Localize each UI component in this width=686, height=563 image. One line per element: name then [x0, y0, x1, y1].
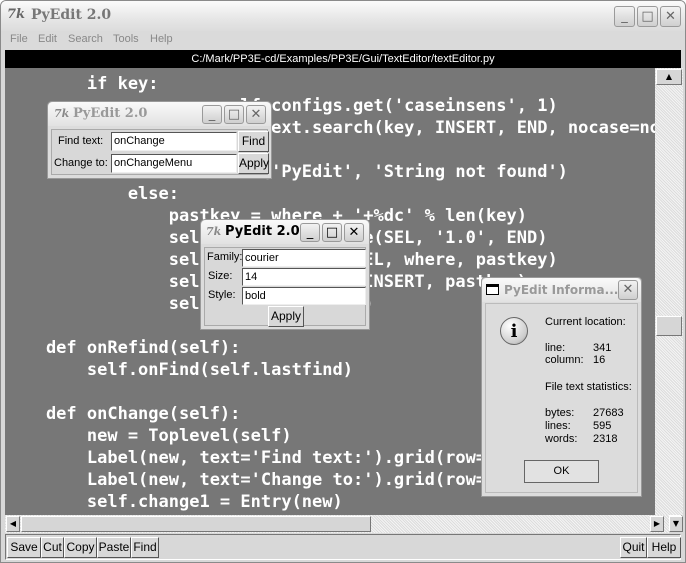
- minimize-button[interactable]: _: [202, 105, 222, 124]
- info-dialog-title: PyEdit Informa...: [504, 283, 619, 297]
- lines-value: 595: [593, 420, 612, 432]
- change-dialog-body: Find text: onChange Find Change to: onCh…: [51, 129, 269, 175]
- window-icon: [486, 284, 499, 295]
- quit-button[interactable]: Quit: [620, 537, 647, 558]
- minimize-button[interactable]: _: [300, 223, 320, 242]
- family-input[interactable]: courier: [242, 249, 366, 267]
- close-button[interactable]: ✕: [246, 105, 266, 124]
- tk-logo-icon: 7k: [7, 7, 26, 22]
- dialog-apply-button[interactable]: Apply: [238, 153, 269, 174]
- change-to-label: Change to:: [54, 157, 108, 169]
- font-dialog-body: Family: courier Size: 14 Style: bold App…: [204, 247, 366, 327]
- code-line: def onRefind(self):: [5, 338, 241, 358]
- font-dialog-title-bar[interactable]: 7k PyEdit 2.0 _ □ ✕: [201, 220, 369, 244]
- words-value: 2318: [593, 433, 618, 445]
- change-dialog-title: PyEdit 2.0: [73, 106, 148, 121]
- change-dialog: 7k PyEdit 2.0 _ □ ✕ Find text: onChange …: [47, 101, 272, 179]
- code-line: self.onFind(self.lastfind): [5, 360, 353, 380]
- stats-label: File text statistics:: [545, 381, 632, 393]
- scroll-right-icon[interactable]: ▶: [650, 516, 664, 532]
- cut-button[interactable]: Cut: [41, 537, 64, 558]
- size-label: Size:: [208, 270, 233, 282]
- style-label: Style:: [208, 289, 236, 301]
- help-button[interactable]: Help: [647, 537, 681, 558]
- menu-tools[interactable]: Tools: [113, 33, 139, 45]
- scroll-left-icon[interactable]: ◀: [6, 516, 20, 532]
- horizontal-scroll-thumb[interactable]: [21, 516, 371, 532]
- menu-bar: File Edit Search Tools Help: [1, 31, 685, 50]
- code-line: self.change1 = Entry(new): [5, 492, 343, 512]
- vertical-scroll-thumb[interactable]: [656, 316, 682, 336]
- menu-file[interactable]: File: [10, 33, 28, 45]
- maximize-button[interactable]: □: [224, 105, 244, 124]
- close-button[interactable]: ✕: [660, 6, 681, 27]
- font-dialog: 7k PyEdit 2.0 _ □ ✕ Family: courier Size…: [200, 219, 370, 330]
- font-dialog-title: PyEdit 2.0: [225, 224, 300, 239]
- file-path-label: C:/Mark/PP3E-cd/Examples/PP3E/Gui/TextEd…: [5, 50, 681, 68]
- code-line: else:: [5, 184, 179, 204]
- tk-logo-icon: 7k: [54, 107, 70, 120]
- info-dialog-title-bar[interactable]: PyEdit Informa... ✕: [482, 278, 641, 302]
- find-button[interactable]: Find: [131, 537, 159, 558]
- info-dialog-body: i Current location: line: 341 column: 16…: [485, 303, 638, 493]
- title-bar[interactable]: 7k PyEdit 2.0 _ □ ✕: [1, 1, 685, 31]
- maximize-button[interactable]: □: [322, 223, 342, 242]
- scroll-up-icon[interactable]: ▲: [656, 69, 682, 85]
- line-label: line:: [545, 342, 566, 354]
- paste-button[interactable]: Paste: [97, 537, 131, 558]
- size-input[interactable]: 14: [242, 268, 366, 286]
- horizontal-scrollbar[interactable]: ◀ ▶: [5, 515, 669, 533]
- column-value: 16: [593, 354, 606, 366]
- info-icon: i: [500, 317, 528, 345]
- find-text-label: Find text:: [58, 135, 104, 147]
- ok-button[interactable]: OK: [524, 460, 599, 483]
- scroll-down-small-icon[interactable]: ▼: [669, 516, 683, 532]
- lines-label: lines:: [545, 420, 571, 432]
- code-line: def onChange(self):: [5, 404, 241, 424]
- change-dialog-title-bar[interactable]: 7k PyEdit 2.0 _ □ ✕: [48, 102, 271, 126]
- words-label: words:: [545, 433, 578, 445]
- bytes-label: bytes:: [545, 407, 575, 419]
- menu-search[interactable]: Search: [68, 33, 103, 45]
- info-dialog: PyEdit Informa... ✕ i Current location: …: [481, 277, 642, 497]
- save-button[interactable]: Save: [7, 537, 41, 558]
- copy-button[interactable]: Copy: [64, 537, 97, 558]
- window-title: PyEdit 2.0: [31, 7, 112, 23]
- bytes-value: 27683: [593, 407, 624, 419]
- column-label: column:: [545, 354, 584, 366]
- close-button[interactable]: ✕: [618, 280, 638, 300]
- line-value: 341: [593, 342, 612, 354]
- minimize-button[interactable]: _: [614, 6, 635, 27]
- style-input[interactable]: bold: [242, 287, 366, 305]
- current-location-label: Current location:: [545, 316, 626, 328]
- code-line: new = Toplevel(self): [5, 426, 292, 446]
- font-apply-button[interactable]: Apply: [268, 306, 304, 327]
- find-text-input[interactable]: onChange: [111, 132, 237, 151]
- vertical-scrollbar[interactable]: ▲ ▼: [655, 68, 683, 531]
- button-bar: Save Cut Copy Paste Find Quit Help: [5, 534, 681, 560]
- tk-logo-icon: 7k: [206, 225, 222, 238]
- family-label: Family:: [207, 251, 243, 263]
- menu-help[interactable]: Help: [150, 33, 173, 45]
- change-to-input[interactable]: onChangeMenu: [111, 154, 237, 173]
- code-line: if key:: [5, 74, 159, 94]
- dialog-find-button[interactable]: Find: [238, 131, 269, 152]
- maximize-button[interactable]: □: [637, 6, 658, 27]
- close-button[interactable]: ✕: [344, 223, 364, 242]
- menu-edit[interactable]: Edit: [38, 33, 57, 45]
